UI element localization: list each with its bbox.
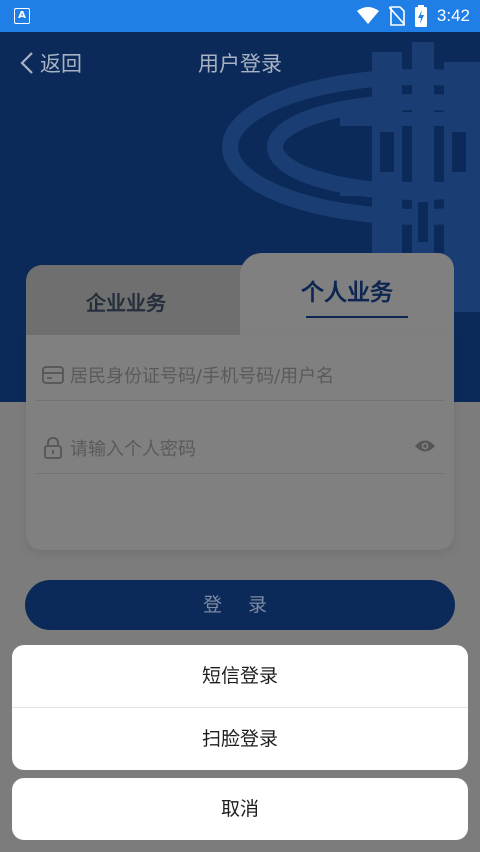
status-time: 3:42 xyxy=(436,6,470,25)
password-placeholder: 请输入个人密码 xyxy=(70,439,196,460)
eye-icon[interactable] xyxy=(414,438,436,458)
tab-personal-label: 个人业务 xyxy=(301,280,393,306)
face-login-option[interactable]: 扫脸登录 xyxy=(12,708,468,770)
tab-enterprise-label: 企业业务 xyxy=(86,291,166,315)
sms-login-option[interactable]: 短信登录 xyxy=(12,645,468,707)
status-bar: A 3:42 xyxy=(0,0,480,32)
login-form: 居民身份证号码/手机号码/用户名 请输入个人密码 xyxy=(26,335,454,550)
tab-personal[interactable]: 个人业务 xyxy=(240,253,454,335)
lock-icon xyxy=(38,437,68,459)
login-button[interactable]: 登 录 xyxy=(25,580,455,630)
username-field[interactable]: 居民身份证号码/手机号码/用户名 xyxy=(36,350,444,401)
no-sim-icon xyxy=(388,6,405,26)
battery-charging-icon xyxy=(414,5,427,27)
tab-enterprise[interactable]: 企业业务 xyxy=(26,265,266,335)
wifi-icon xyxy=(356,7,379,24)
password-field[interactable]: 请输入个人密码 xyxy=(36,423,444,474)
tab-active-indicator xyxy=(306,316,408,318)
login-card: 企业业务 个人业务 居民身份证号码/手机号码/用户名 请输入个人密码 xyxy=(26,253,454,550)
page-title: 用户登录 xyxy=(198,52,282,76)
login-method-sheet: 短信登录 扫脸登录 xyxy=(12,645,468,770)
username-placeholder: 居民身份证号码/手机号码/用户名 xyxy=(70,366,335,387)
app-notification-icon: A xyxy=(14,8,30,24)
status-icons: 3:42 xyxy=(356,5,470,27)
id-card-icon xyxy=(38,366,68,384)
cancel-button[interactable]: 取消 xyxy=(12,778,468,840)
